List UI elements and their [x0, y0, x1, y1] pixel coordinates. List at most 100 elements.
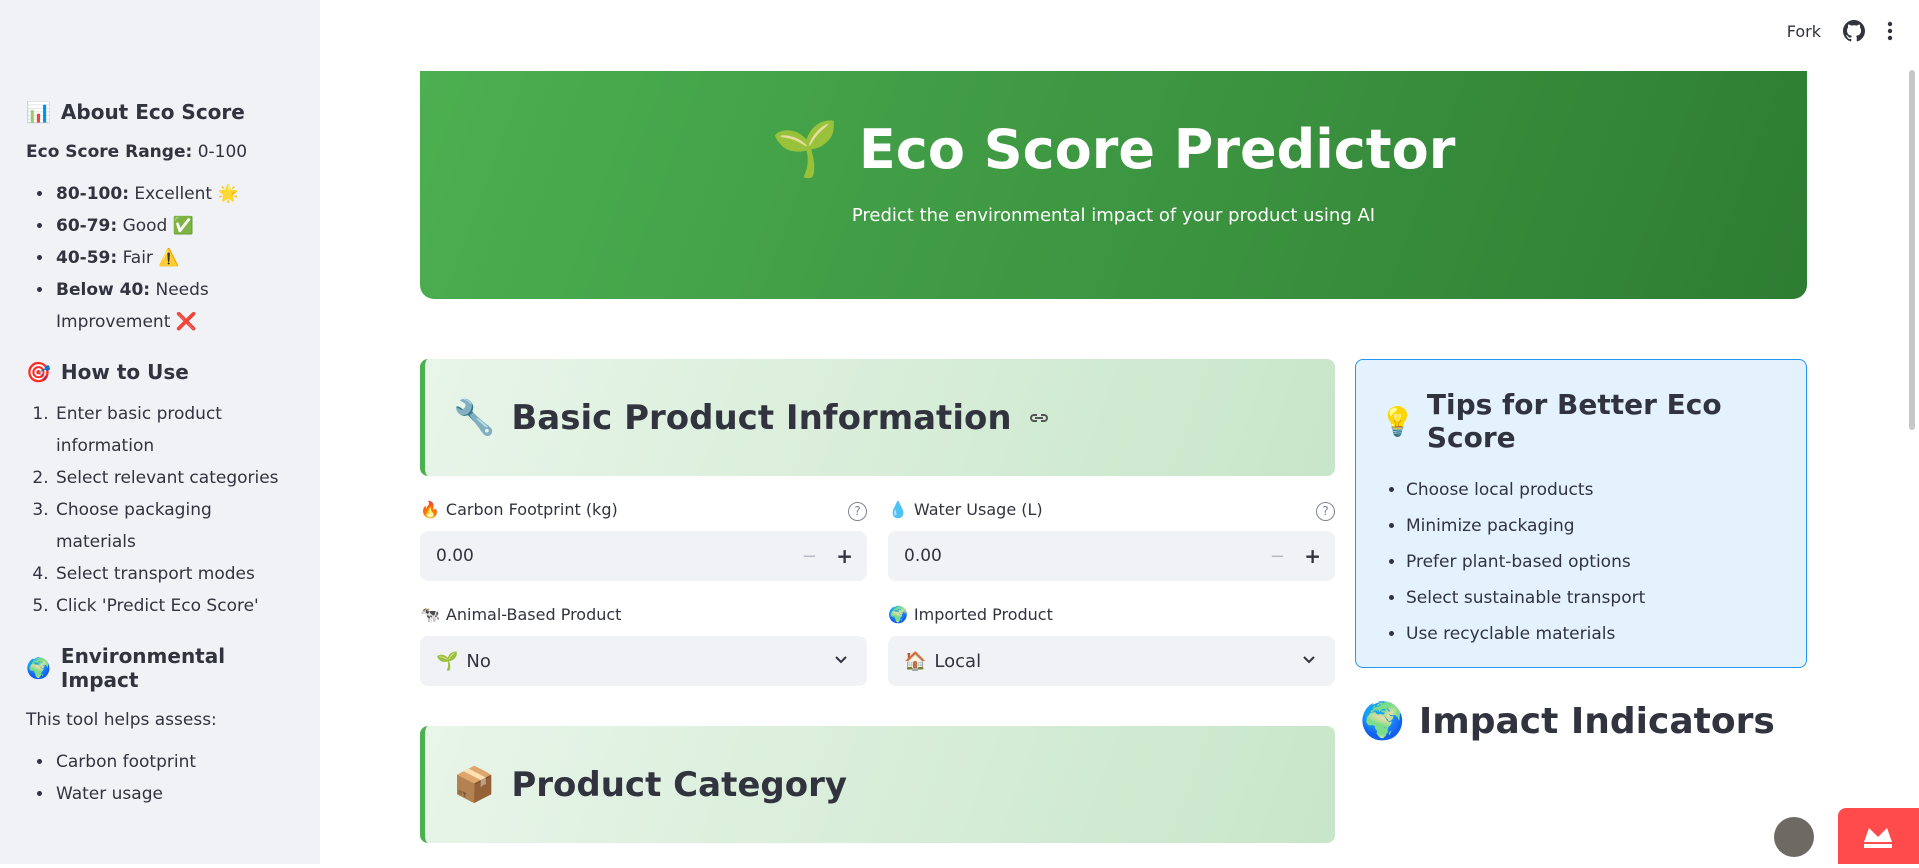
animal-label-text: Animal-Based Product	[445, 605, 622, 624]
target-icon: 🎯	[26, 360, 51, 384]
score-range: 80-100:	[56, 184, 129, 204]
carbon-label: 🔥 Carbon Footprint (kg)	[420, 500, 867, 519]
tips-title: 💡 Tips for Better Eco Score	[1380, 388, 1782, 454]
animal-field: 🐄 Animal-Based Product 🌱 No	[420, 605, 867, 686]
env-section: 🌍 Environmental Impact This tool helps as…	[26, 644, 294, 810]
help-icon[interactable]: ?	[1316, 502, 1335, 521]
about-section: 📊 About Eco Score Eco Score Range: 0-100 …	[26, 100, 294, 338]
globe-icon: 🌍	[888, 605, 908, 624]
score-desc: Excellent 🌟	[134, 184, 239, 204]
increment-button[interactable]: +	[836, 544, 853, 568]
package-icon: 📦	[453, 764, 496, 805]
page-title: 🌱 Eco Score Predictor	[420, 117, 1807, 181]
list-item: Water usage	[54, 778, 294, 810]
steps-list: Enter basic product information Select r…	[26, 398, 294, 622]
github-icon[interactable]	[1843, 20, 1865, 42]
cow-icon: 🐄	[420, 605, 440, 624]
impact-heading: 🌍 Impact Indicators	[1360, 700, 1775, 743]
list-item: 80-100: Excellent 🌟	[54, 178, 294, 210]
seedling-icon: 🌱	[771, 117, 839, 180]
chevron-down-icon	[835, 656, 847, 664]
list-item: Minimize packaging	[1406, 508, 1782, 544]
score-desc: Good ✅	[122, 216, 194, 236]
list-item: Select sustainable transport	[1406, 580, 1782, 616]
hero-title: Eco Score Predictor	[858, 117, 1456, 181]
how-heading: 🎯 How to Use	[26, 360, 294, 384]
category-text: Product Category	[511, 764, 848, 805]
sidebar: 📊 About Eco Score Eco Score Range: 0-100 …	[0, 0, 320, 864]
globe-icon: 🌍	[1360, 701, 1405, 742]
water-input[interactable]: 0.00 − +	[888, 531, 1335, 581]
list-item: 40-59: Fair ⚠️	[54, 242, 294, 274]
how-section: 🎯 How to Use Enter basic product informat…	[26, 360, 294, 622]
tips-box: 💡 Tips for Better Eco Score Choose local …	[1355, 359, 1807, 668]
imported-value: Local	[934, 650, 982, 672]
list-item: Use recyclable materials	[1406, 616, 1782, 652]
list-item: Click 'Predict Eco Score'	[54, 590, 294, 622]
tips-list: Choose local products Minimize packaging…	[1380, 472, 1782, 652]
list-item: Choose packaging materials	[54, 494, 294, 558]
chevron-down-icon	[1303, 656, 1315, 664]
animal-label: 🐄 Animal-Based Product	[420, 605, 867, 624]
carbon-input[interactable]: 0.00 − +	[420, 531, 867, 581]
carbon-value[interactable]: 0.00	[436, 546, 474, 566]
score-range: 60-79:	[56, 216, 118, 236]
droplet-icon: 💧	[888, 500, 908, 519]
basic-info-text: Basic Product Information	[511, 397, 1012, 438]
range-label: Eco Score Range:	[26, 142, 193, 162]
how-title: How to Use	[60, 360, 189, 384]
animal-value: No	[466, 650, 491, 672]
globe-icon: 🌍	[26, 656, 51, 680]
imported-label-text: Imported Product	[913, 605, 1053, 624]
about-heading: 📊 About Eco Score	[26, 100, 294, 124]
list-item: 60-79: Good ✅	[54, 210, 294, 242]
avatar[interactable]	[1774, 817, 1814, 857]
basic-info-header: 🔧 Basic Product Information	[420, 359, 1335, 476]
hero-banner: 🌱 Eco Score Predictor Predict the environ…	[420, 71, 1807, 299]
category-title: 📦 Product Category	[453, 765, 847, 805]
main-content: 🌱 Eco Score Predictor Predict the environ…	[420, 0, 1807, 864]
imported-field: 🌍 Imported Product 🏠 Local	[888, 605, 1335, 686]
water-label-text: Water Usage (L)	[913, 500, 1043, 519]
link-icon[interactable]	[1028, 411, 1050, 425]
score-desc: Fair ⚠️	[122, 248, 180, 268]
about-title: About Eco Score	[60, 100, 245, 124]
category-header: 📦 Product Category	[420, 726, 1335, 843]
imported-label: 🌍 Imported Product	[888, 605, 1335, 624]
carbon-field: 🔥 Carbon Footprint (kg) ? 0.00 − +	[420, 500, 867, 581]
list-item: Prefer plant-based options	[1406, 544, 1782, 580]
list-item: Carbon footprint	[54, 746, 294, 778]
decrement-button[interactable]: −	[802, 546, 817, 567]
env-title: Environmental Impact	[60, 644, 226, 692]
water-value[interactable]: 0.00	[904, 546, 942, 566]
imported-select[interactable]: 🏠 Local	[888, 636, 1335, 686]
list-item: Choose local products	[1406, 472, 1782, 508]
hero-subtitle: Predict the environmental impact of your…	[851, 205, 1376, 226]
fire-icon: 🔥	[420, 500, 440, 519]
basic-info-title: 🔧 Basic Product Information	[453, 398, 1050, 438]
streamlit-badge[interactable]	[1838, 808, 1919, 864]
list-item: Enter basic product information	[54, 398, 294, 462]
chart-icon: 📊	[26, 100, 51, 124]
lightbulb-icon: 💡	[1380, 404, 1415, 438]
env-list: Carbon footprint Water usage	[26, 746, 294, 810]
list-item: Select transport modes	[54, 558, 294, 590]
score-range: Below 40:	[56, 280, 151, 300]
house-icon: 🏠	[904, 650, 927, 672]
tips-title-text: Tips for Better Eco Score	[1426, 388, 1722, 454]
impact-title: Impact Indicators	[1418, 700, 1775, 742]
increment-button[interactable]: +	[1304, 544, 1321, 568]
crown-icon	[1864, 828, 1892, 848]
decrement-button[interactable]: −	[1270, 546, 1285, 567]
help-icon[interactable]: ?	[848, 502, 867, 521]
animal-select[interactable]: 🌱 No	[420, 636, 867, 686]
range-value: 0-100	[197, 142, 248, 162]
list-item: Below 40: Needs Improvement ❌	[54, 274, 294, 338]
scrollbar[interactable]	[1909, 70, 1915, 430]
carbon-label-text: Carbon Footprint (kg)	[445, 500, 618, 519]
menu-kebab-icon[interactable]	[1887, 21, 1893, 41]
water-field: 💧 Water Usage (L) ? 0.00 − +	[888, 500, 1335, 581]
water-label: 💧 Water Usage (L)	[888, 500, 1335, 519]
score-list: 80-100: Excellent 🌟 60-79: Good ✅ 40-59:…	[26, 178, 294, 338]
range-text: Eco Score Range: 0-100	[26, 142, 294, 162]
